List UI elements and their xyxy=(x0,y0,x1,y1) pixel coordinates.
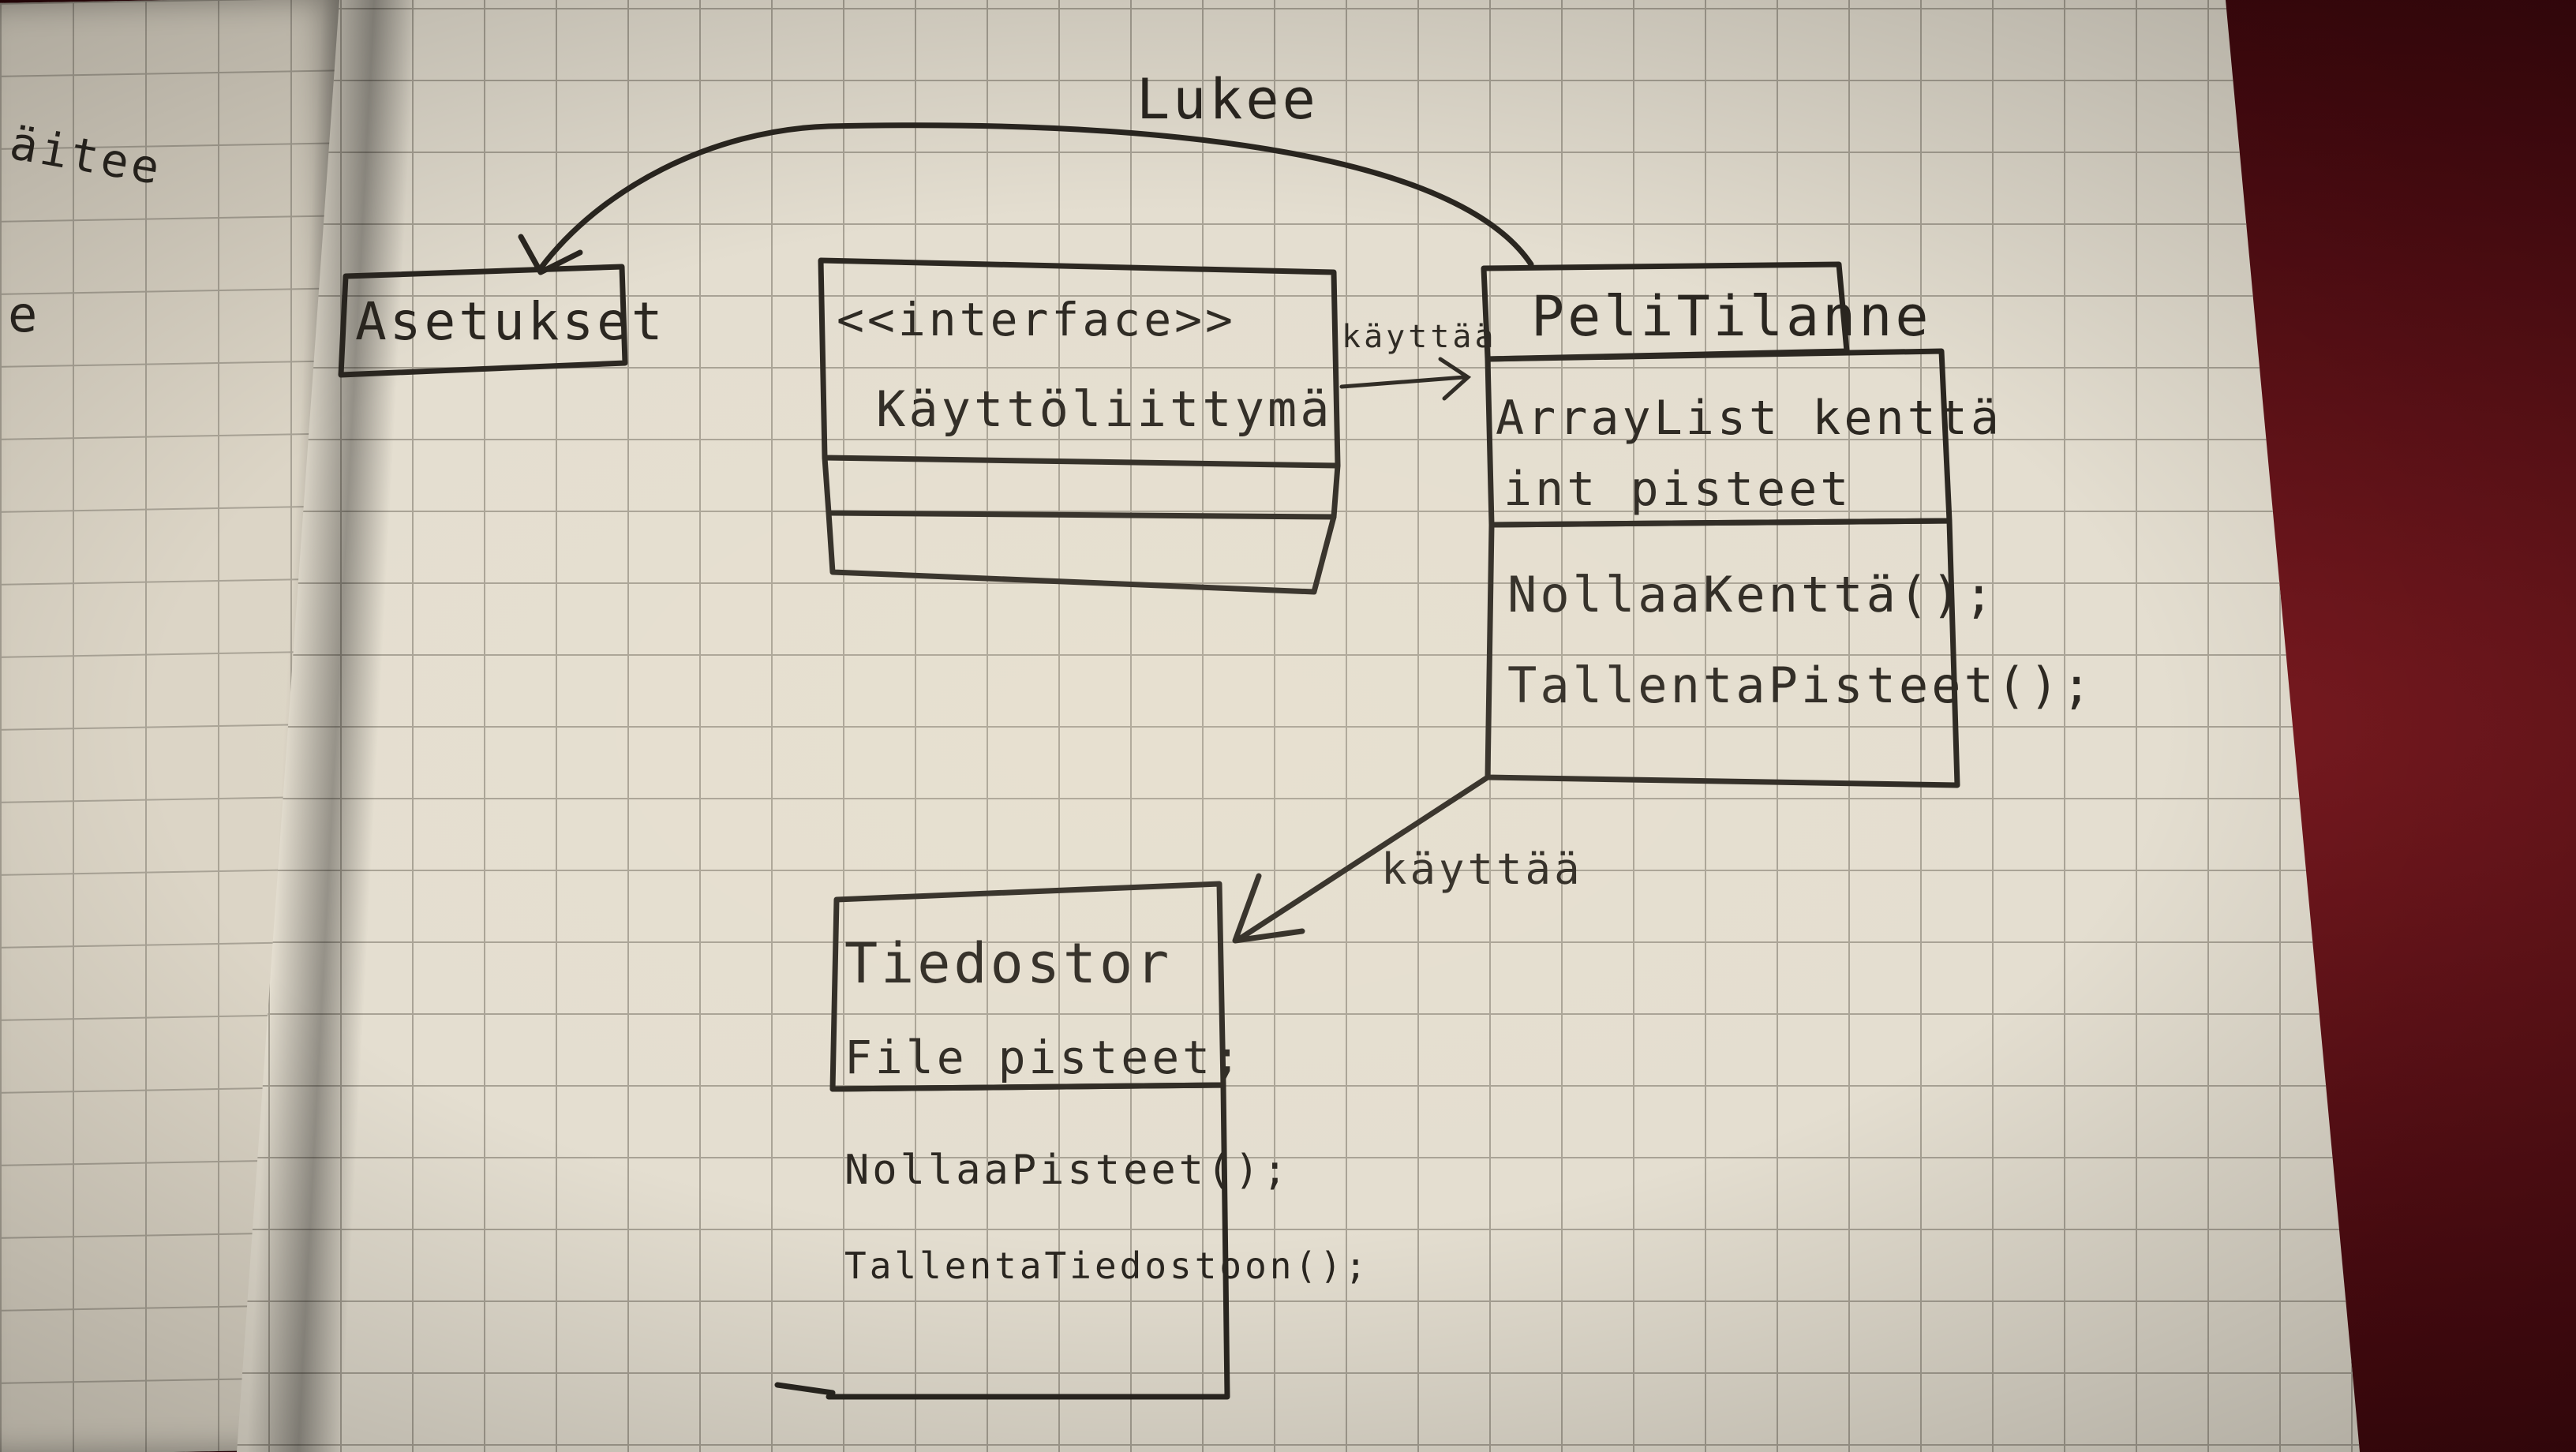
class-pelitilanne: PeliTilanne ArrayList kenttä int pisteet… xyxy=(1481,261,2095,788)
class-tiedosto: Tiedostor File pisteet; NollaaPisteet();… xyxy=(774,881,1370,1400)
margin-fragment-1: äitee xyxy=(6,116,167,196)
pelitilanne-attribute-2: int pisteet xyxy=(1503,462,1852,517)
uses-bottom-label: käyttää xyxy=(1381,844,1583,894)
ui-stereotype: <<interface>> xyxy=(837,293,1236,346)
reads-arrow-label: Lukee xyxy=(1136,67,1319,132)
pelitilanne-method-1: NollaaKenttä(); xyxy=(1507,566,1997,623)
asetukset-name: Asetukset xyxy=(355,291,666,352)
tiedosto-attribute-1: File pisteet; xyxy=(844,1031,1244,1084)
uses-association-bottom: käyttää xyxy=(1232,774,1583,944)
reads-arrow-line xyxy=(537,122,1534,271)
tiedosto-tail-stroke xyxy=(774,1382,836,1396)
pelitilanne-name: PeliTilanne xyxy=(1531,284,1932,349)
uses-association-top: käyttää xyxy=(1339,319,1497,401)
ui-name: Käyttöliittymä xyxy=(876,380,1333,438)
uses-top-line xyxy=(1339,375,1466,389)
tiedosto-name: Tiedostor xyxy=(844,931,1172,996)
class-diagram-drawing: äitee e Lukee Asetukset <<interface>> Kä… xyxy=(6,67,2095,1400)
tiedosto-method-1: NollaaPisteet(); xyxy=(844,1147,1290,1194)
pelitilanne-attribute-1: ArrayList kenttä xyxy=(1496,391,2002,446)
ui-method-compartment xyxy=(826,510,1337,595)
tiedosto-method-compartment xyxy=(826,1082,1230,1400)
pelitilanne-method-compartment xyxy=(1485,518,1960,788)
class-ui-interface: <<interface>> Käyttöliittymä xyxy=(818,257,1341,595)
margin-fragment-2: e xyxy=(8,286,40,343)
uses-bottom-head xyxy=(1232,873,1305,944)
uses-top-label: käyttää xyxy=(1342,319,1497,355)
tiedosto-method-2: TallentaTiedostoon(); xyxy=(844,1244,1370,1287)
class-asetukset: Asetukset xyxy=(338,264,666,378)
pelitilanne-method-2: TallentaPisteet(); xyxy=(1507,657,2095,714)
notebook-photo: äitee e Lukee Asetukset <<interface>> Kä… xyxy=(0,0,2576,1452)
reads-association: Lukee xyxy=(518,67,1534,275)
